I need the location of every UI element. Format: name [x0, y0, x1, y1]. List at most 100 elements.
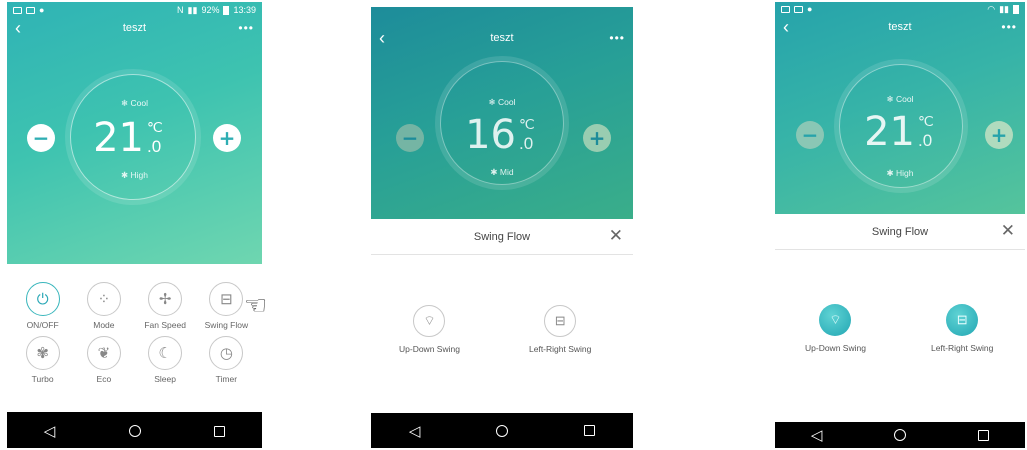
nav-home-icon[interactable]	[128, 425, 141, 437]
up-down-swing-option[interactable]: ⌔ Up-Down Swing	[399, 305, 460, 354]
control-fan-speed[interactable]: ✢ Fan Speed	[135, 282, 196, 330]
fan-indicator: ✱ High	[775, 168, 1025, 179]
gallery-notification-icon	[13, 6, 22, 14]
fan-icon: ✱	[886, 168, 894, 178]
increase-temperature-button[interactable]: +	[213, 124, 241, 152]
sheet-title: Swing Flow	[473, 230, 531, 243]
message-notification-icon	[26, 6, 35, 14]
up-down-swing-icon[interactable]: ⌔	[819, 304, 852, 336]
temperature-value: 16	[465, 112, 516, 158]
control-timer[interactable]: ◷ Timer	[196, 336, 257, 384]
temperature-decimal: .0	[147, 137, 162, 156]
swing-label: Up-Down Swing	[399, 344, 460, 354]
eco-icon[interactable]: ❦	[86, 336, 121, 370]
increase-temperature-button[interactable]: +	[583, 124, 611, 152]
control-sleep[interactable]: ☾ Sleep	[135, 336, 196, 384]
increase-temperature-button[interactable]: +	[985, 121, 1013, 149]
sleep-icon[interactable]: ☾	[148, 336, 183, 370]
control-eco[interactable]: ❦ Eco	[73, 336, 134, 384]
more-options-icon[interactable]: •••	[605, 31, 625, 45]
close-icon[interactable]: ✕	[609, 227, 623, 244]
control-label: Swing Flow	[204, 320, 249, 330]
control-panel: ⏻ ON/OFF ⁘ Mode ✢ Fan Speed ⊟ Swing Flow…	[7, 264, 262, 411]
signal-icon: ▮▮	[999, 3, 1009, 14]
app-notification-icon: ●	[807, 4, 813, 14]
swing-label: Left-Right Swing	[529, 344, 592, 354]
control-label: ON/OFF	[26, 320, 59, 330]
back-arrow-icon[interactable]: ‹	[783, 18, 803, 36]
control-label: Eco	[96, 374, 112, 384]
swing-flow-sheet-header: Swing Flow ✕	[371, 219, 633, 255]
nfc-icon: N	[177, 5, 184, 15]
timer-icon[interactable]: ◷	[209, 336, 244, 370]
decrease-temperature-button[interactable]: −	[396, 124, 424, 152]
more-options-icon[interactable]: •••	[234, 21, 254, 35]
nav-home-icon[interactable]	[894, 429, 907, 441]
snowflake-icon: ❄	[886, 94, 894, 104]
fan-speed-icon[interactable]: ✢	[148, 282, 183, 316]
temperature-decimal: .0	[519, 134, 534, 153]
phone-screen-main-controls: ● N ▮▮ 92% 13:39 ‹ teszt ••• ❄ Cool 21 ℃…	[7, 2, 262, 448]
left-right-swing-option[interactable]: ⊟ Left-Right Swing	[931, 304, 993, 353]
mode-text: Cool	[130, 98, 148, 108]
back-arrow-icon[interactable]: ‹	[379, 29, 399, 47]
temperature-value: 21	[93, 115, 144, 161]
app-notification-icon: ●	[39, 5, 45, 15]
swing-label: Up-Down Swing	[805, 343, 866, 353]
nav-recents-icon[interactable]	[584, 425, 596, 436]
control-turbo[interactable]: ✾ Turbo	[12, 336, 73, 384]
phone-screen-swing-active: ● ◠ ▮▮ ‹ teszt ••• ❄ Cool 21 ℃ .0 ✱ High…	[775, 2, 1025, 448]
fan-icon: ✱	[121, 170, 129, 180]
message-notification-icon	[794, 5, 803, 13]
control-grid: ⏻ ON/OFF ⁘ Mode ✢ Fan Speed ⊟ Swing Flow…	[12, 282, 257, 384]
mode-indicator: ❄ Cool	[371, 97, 633, 108]
up-down-swing-option[interactable]: ⌔ Up-Down Swing	[805, 304, 866, 353]
mode-text: Cool	[896, 94, 914, 104]
phone-screen-swing-sheet: ‹ teszt ••• ❄ Cool 16 ℃ .0 ✱ Mid − + Swi…	[371, 7, 633, 448]
up-down-swing-icon[interactable]: ⌔	[413, 305, 446, 337]
mode-indicator: ❄ Cool	[775, 94, 1025, 105]
nav-back-icon[interactable]: ◁	[811, 426, 823, 444]
nav-recents-icon[interactable]	[978, 429, 990, 441]
temperature-unit: ℃	[147, 119, 163, 135]
control-label: Sleep	[154, 374, 176, 384]
nav-recents-icon[interactable]	[214, 425, 226, 437]
back-arrow-icon[interactable]: ‹	[15, 19, 35, 37]
more-options-icon[interactable]: •••	[997, 20, 1017, 34]
signal-icon: ▮▮	[187, 4, 198, 15]
snowflake-icon: ❄	[488, 97, 496, 107]
battery-icon	[1013, 4, 1019, 14]
mode-icon[interactable]: ⁘	[86, 282, 121, 316]
swing-flow-options: ⌔ Up-Down Swing ⊟ Left-Right Swing	[371, 255, 633, 413]
power-icon[interactable]: ⏻	[25, 282, 60, 316]
fan-speed-text: High	[130, 170, 148, 180]
nav-back-icon[interactable]: ◁	[409, 422, 421, 440]
control-label: Turbo	[31, 374, 54, 384]
decrease-temperature-button[interactable]: −	[796, 121, 824, 149]
swing-flow-icon[interactable]: ⊟	[209, 282, 244, 316]
swing-flow-options: ⌔ Up-Down Swing ⊟ Left-Right Swing	[775, 250, 1025, 422]
control-mode[interactable]: ⁘ Mode	[73, 282, 134, 330]
temperature-value: 21	[864, 109, 915, 155]
nav-back-icon[interactable]: ◁	[44, 422, 56, 440]
battery-icon	[223, 5, 230, 15]
gallery-notification-icon	[781, 5, 790, 13]
control-onoff[interactable]: ⏻ ON/OFF	[12, 282, 73, 330]
pointing-hand-icon: ☜	[244, 290, 268, 320]
clock: 13:39	[233, 5, 256, 15]
android-nav-bar: ◁	[7, 412, 262, 448]
app-bar: ‹ teszt •••	[7, 17, 262, 39]
nav-home-icon[interactable]	[496, 424, 509, 437]
left-right-swing-icon[interactable]: ⊟	[544, 305, 577, 337]
swing-label: Left-Right Swing	[931, 343, 994, 353]
close-icon[interactable]: ✕	[1001, 222, 1015, 239]
left-right-swing-icon[interactable]: ⊟	[946, 304, 979, 336]
thermostat-hero: ‹ teszt ••• ❄ Cool 16 ℃ .0 ✱ Mid − +	[371, 7, 633, 219]
left-right-swing-option[interactable]: ⊟ Left-Right Swing	[529, 305, 591, 354]
fan-indicator: ✱ Mid	[371, 167, 633, 178]
swing-flow-sheet-header: Swing Flow ✕	[775, 214, 1025, 250]
android-nav-bar: ◁	[371, 413, 633, 448]
turbo-icon[interactable]: ✾	[25, 336, 60, 370]
android-nav-bar: ◁	[775, 422, 1025, 448]
decrease-temperature-button[interactable]: −	[27, 124, 55, 152]
